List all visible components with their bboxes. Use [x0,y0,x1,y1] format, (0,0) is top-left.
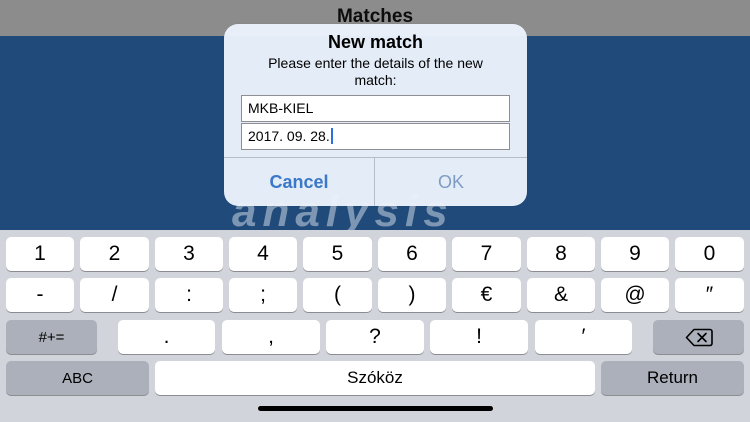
key-7[interactable]: 7 [452,237,521,271]
key-8[interactable]: 8 [527,237,595,271]
key-ampersand[interactable]: & [527,278,595,312]
key-semicolon[interactable]: ; [229,278,297,312]
key-question[interactable]: ? [326,320,424,354]
key-1[interactable]: 1 [6,237,74,271]
key-apostrophe[interactable]: ′ [535,320,632,354]
key-3[interactable]: 3 [155,237,223,271]
key-4[interactable]: 4 [229,237,297,271]
delete-key[interactable] [653,320,744,354]
key-exclamation[interactable]: ! [430,320,528,354]
key-9[interactable]: 9 [601,237,669,271]
ok-button[interactable]: OK [375,158,527,206]
return-key[interactable]: Return [601,361,744,395]
text-caret [330,128,333,144]
dialog-button-row: Cancel OK [224,157,527,206]
new-match-dialog: New match Please enter the details of th… [224,24,527,206]
keyboard: 1 2 3 4 5 6 7 8 9 0 - / : ; ( ) € & @ ″ … [0,230,750,422]
key-6[interactable]: 6 [378,237,446,271]
match-date-field[interactable]: 2017. 09. 28. [241,123,510,150]
key-double-quote[interactable]: ″ [675,278,744,312]
key-colon[interactable]: : [155,278,223,312]
dialog-message: Please enter the details of the new matc… [268,55,483,88]
match-date-value: 2017. 09. 28. [248,128,330,144]
key-5[interactable]: 5 [303,237,372,271]
space-key[interactable]: Szóköz [155,361,595,395]
key-0[interactable]: 0 [675,237,744,271]
key-2[interactable]: 2 [80,237,149,271]
key-comma[interactable]: , [222,320,320,354]
dialog-title: New match [327,32,424,52]
backspace-icon [685,328,713,346]
symbols-toggle-key[interactable]: #+= [6,320,97,354]
cancel-button[interactable]: Cancel [224,158,375,206]
key-slash[interactable]: / [80,278,149,312]
key-open-paren[interactable]: ( [303,278,372,312]
key-hyphen[interactable]: - [6,278,74,312]
match-name-value: MKB-KIEL [248,100,314,116]
match-name-field[interactable]: MKB-KIEL [241,95,510,122]
key-period[interactable]: . [118,320,215,354]
key-at[interactable]: @ [601,278,669,312]
abc-key[interactable]: ABC [6,361,149,395]
key-euro[interactable]: € [452,278,521,312]
home-indicator[interactable] [258,406,493,411]
key-close-paren[interactable]: ) [378,278,446,312]
